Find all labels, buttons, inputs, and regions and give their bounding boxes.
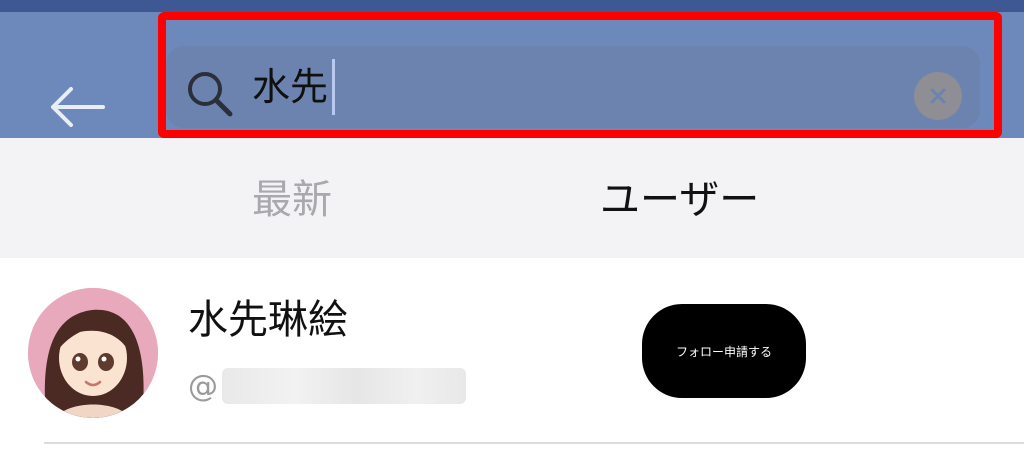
user-handle: @ — [188, 366, 466, 406]
search-icon — [188, 72, 233, 117]
tab-bar: 最新 ユーザー — [0, 138, 1024, 258]
user-display-name[interactable]: 水先琳絵 — [188, 296, 348, 344]
avatar[interactable] — [28, 288, 158, 418]
text-caret — [332, 59, 336, 115]
tab-latest[interactable]: 最新 — [252, 176, 332, 224]
search-bar[interactable]: 水先 — [166, 46, 980, 128]
user-results-list: 水先琳絵 @ フォロー申請する — [0, 258, 1024, 454]
clear-circle-icon — [930, 88, 946, 104]
search-query-text: 水先 — [252, 65, 329, 109]
blurred-handle — [222, 368, 466, 404]
status-strip — [0, 0, 1024, 12]
search-input[interactable]: 水先 — [252, 56, 336, 118]
avatar-illustration — [28, 288, 158, 418]
back-button[interactable] — [44, 74, 110, 140]
clear-search-button[interactable] — [914, 72, 962, 120]
arrow-left-icon — [51, 87, 105, 127]
handle-at-sign: @ — [188, 368, 218, 404]
row-divider — [44, 442, 1024, 444]
follow-request-button[interactable]: フォロー申請する — [642, 304, 806, 398]
tab-users[interactable]: ユーザー — [600, 176, 759, 224]
